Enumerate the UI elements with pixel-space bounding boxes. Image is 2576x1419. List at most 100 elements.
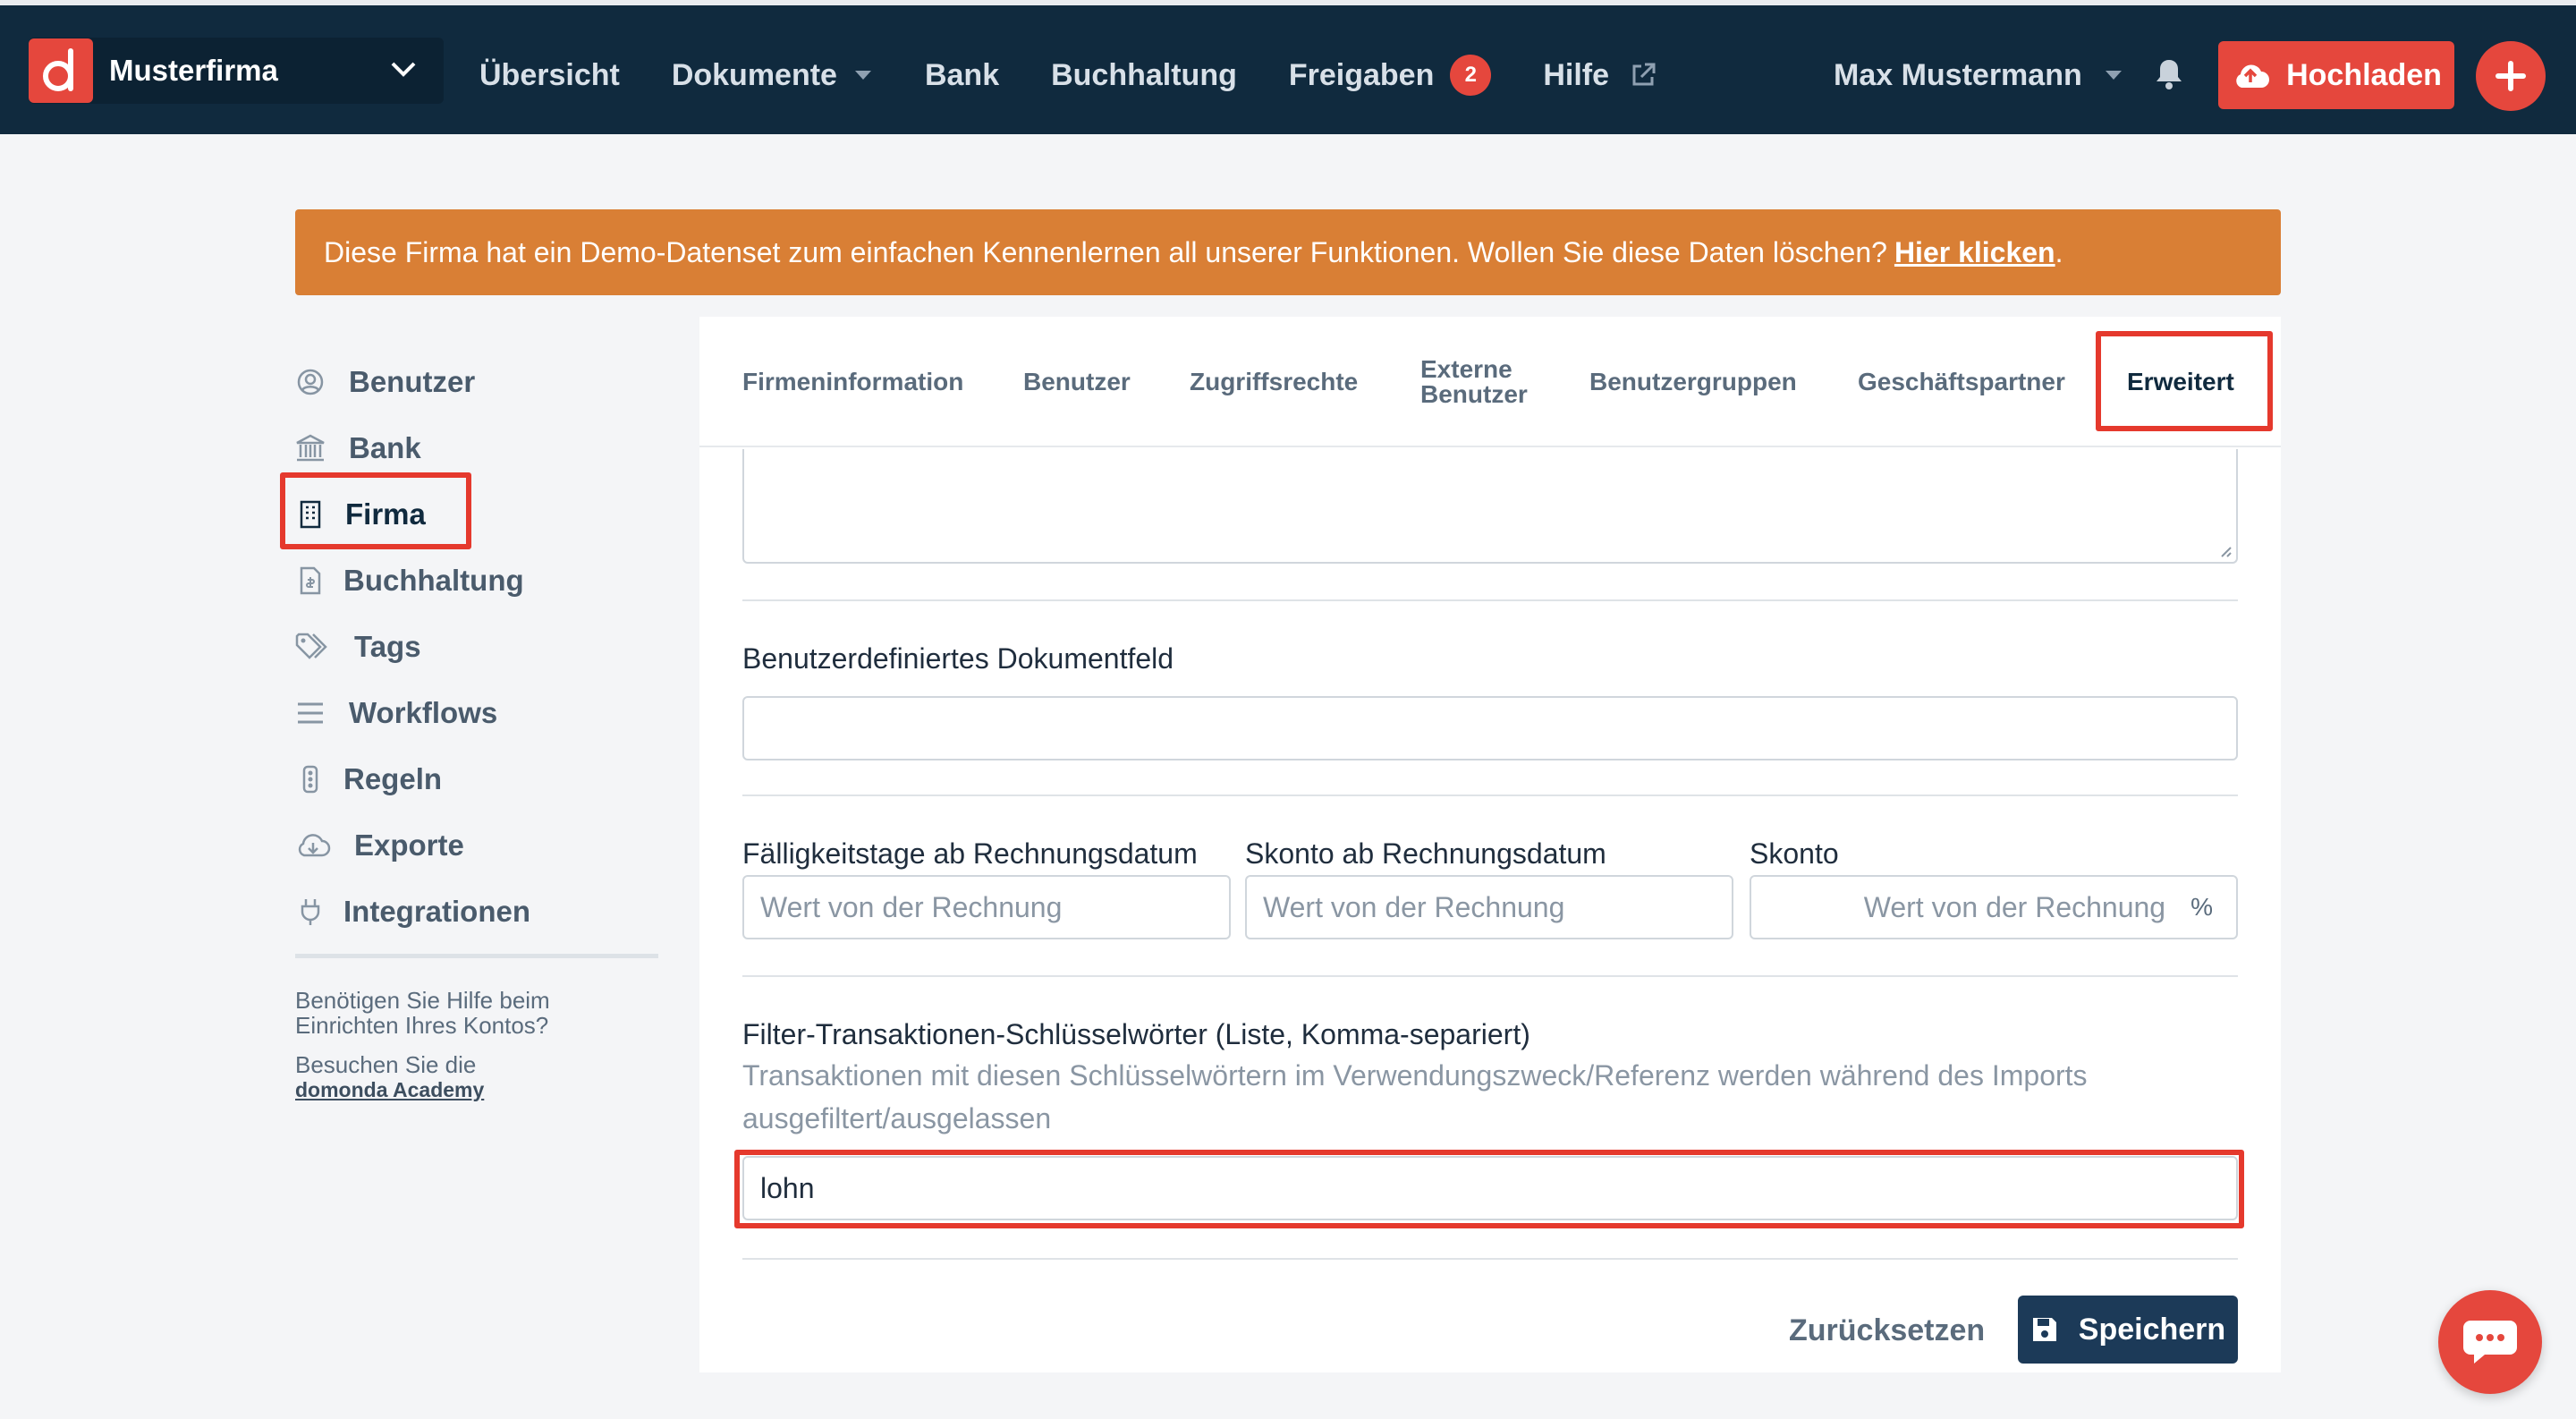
receipt-icon [295, 565, 326, 596]
nav-approvals-label: Freigaben [1288, 57, 1435, 92]
filter-keywords-label: Filter-Transaktionen-Schlüsselwörter (Li… [742, 1018, 1530, 1050]
section-divider [742, 599, 2238, 601]
save-button[interactable]: Speichern [2018, 1296, 2238, 1364]
nav-documents-label: Dokumente [671, 57, 837, 92]
tab-label-line2: Benutzer [1420, 380, 1528, 408]
due-days-placeholder: Wert von der Rechnung [760, 890, 1063, 923]
user-name: Max Mustermann [1834, 57, 2082, 92]
help-text-line2: Einrichten Ihres Kontos? [295, 1012, 549, 1039]
resize-handle-icon[interactable] [2218, 544, 2233, 558]
bell-icon[interactable] [2154, 57, 2184, 94]
caret-down-icon [2105, 71, 2122, 80]
user-menu[interactable]: Max Mustermann [1834, 38, 2123, 113]
save-label: Speichern [2078, 1312, 2226, 1347]
tab-company-info[interactable]: Firmeninformation [742, 317, 963, 447]
domonda-logo-icon [29, 38, 93, 103]
nav-help-label: Hilfe [1543, 57, 1610, 92]
sidebar-divider [295, 954, 658, 958]
approvals-count-badge: 2 [1450, 55, 1492, 96]
tab-users[interactable]: Benutzer [1023, 317, 1131, 447]
due-days-input[interactable]: Wert von der Rechnung [742, 875, 1231, 939]
top-navigation-bar: Musterfirma Übersicht Dokumente Bank Buc… [0, 0, 2576, 134]
due-days-label: Fälligkeitstage ab Rechnungsdatum [742, 837, 1198, 870]
bank-icon [295, 433, 326, 463]
skonto-placeholder: Wert von der Rechnung [1863, 890, 2166, 923]
cloud-download-icon [295, 830, 331, 861]
banner-text: Diese Firma hat ein Demo-Datenset zum ei… [324, 235, 1887, 268]
sidebar-item-accounting[interactable]: Buchhaltung [295, 548, 658, 614]
upload-label: Hochladen [2286, 57, 2442, 92]
tab-label-line1: Externe [1420, 355, 1513, 383]
chevron-down-icon [390, 60, 417, 82]
sidebar-item-label: Tags [354, 630, 421, 663]
sidebar-item-integrations[interactable]: Integrationen [295, 879, 658, 945]
tab-external-users[interactable]: Externe Benutzer [1420, 317, 1528, 447]
sidebar-item-rules[interactable]: Regeln [295, 746, 658, 812]
highlight-filter-input [734, 1150, 2244, 1228]
chat-widget-button[interactable] [2438, 1290, 2542, 1394]
sidebar-item-label: Benutzer [349, 365, 476, 398]
sidebar-item-users[interactable]: Benutzer [295, 349, 658, 415]
nav-approvals[interactable]: Freigaben 2 [1288, 55, 1492, 96]
plug-icon [295, 896, 326, 927]
tab-access-rights[interactable]: Zugriffsrechte [1190, 317, 1358, 447]
nav-bank[interactable]: Bank [925, 58, 999, 93]
external-link-icon [1632, 63, 1656, 86]
traffic-light-icon [295, 764, 326, 794]
sidebar-item-tags[interactable]: Tags [295, 614, 658, 680]
banner-suffix: . [2055, 235, 2063, 268]
sidebar-item-workflows[interactable]: Workflows [295, 680, 658, 746]
sidebar-item-label: Integrationen [343, 895, 531, 928]
list-icon [295, 698, 326, 728]
section-divider [742, 975, 2238, 977]
sidebar-item-bank[interactable]: Bank [295, 415, 658, 481]
skonto-days-placeholder: Wert von der Rechnung [1263, 890, 1565, 923]
nav-help[interactable]: Hilfe [1543, 58, 1657, 93]
caret-down-icon [854, 71, 871, 80]
sidebar-item-label: Workflows [349, 696, 498, 729]
cloud-upload-icon [2236, 64, 2270, 88]
section-divider [742, 1258, 2238, 1260]
nav-accounting[interactable]: Buchhaltung [1051, 58, 1237, 93]
upload-button[interactable]: Hochladen [2218, 41, 2454, 109]
tab-bar: Firmeninformation Benutzer Zugriffsrecht… [699, 317, 2281, 447]
sidebar-item-label: Regeln [343, 762, 443, 795]
sidebar-item-exports[interactable]: Exporte [295, 812, 658, 879]
sidebar-item-label: Bank [349, 431, 421, 464]
filter-keywords-description: Transaktionen mit diesen Schlüsselwörter… [742, 1059, 2088, 1134]
custom-field-label: Benutzerdefiniertes Dokumentfeld [742, 642, 1174, 675]
main-nav: Übersicht Dokumente Bank Buchhaltung Fre… [479, 38, 1709, 113]
nav-documents[interactable]: Dokumente [672, 58, 873, 93]
tags-icon [295, 632, 331, 662]
highlight-advanced-tab [2096, 331, 2273, 431]
chat-bubble-icon [2463, 1321, 2517, 1364]
notes-textarea[interactable] [742, 449, 2238, 564]
sidebar-item-label: Buchhaltung [343, 564, 524, 597]
reset-button[interactable]: Zurücksetzen [1789, 1297, 1985, 1364]
settings-sidebar: Benutzer Bank Firma Buchhaltung Tags Wor… [295, 349, 658, 945]
tab-business-partners[interactable]: Geschäftspartner [1858, 317, 2065, 447]
floppy-disk-icon [2032, 1318, 2056, 1341]
custom-field-input[interactable] [742, 696, 2238, 760]
nav-overview[interactable]: Übersicht [479, 58, 620, 93]
plus-icon [2496, 61, 2526, 91]
company-name: Musterfirma [109, 54, 278, 87]
sidebar-item-label: Exporte [354, 828, 464, 862]
academy-link[interactable]: domonda Academy [295, 1077, 658, 1102]
help-text-line1: Benötigen Sie Hilfe beim [295, 987, 550, 1014]
skonto-label: Skonto [1750, 837, 1839, 870]
banner-link[interactable]: Hier klicken [1894, 236, 2055, 269]
skonto-days-label: Skonto ab Rechnungsdatum [1245, 837, 1606, 870]
user-circle-icon [295, 367, 326, 397]
demo-data-banner: Diese Firma hat ein Demo-Datenset zum ei… [295, 209, 2281, 295]
highlight-firma [280, 472, 471, 549]
skonto-days-input[interactable]: Wert von der Rechnung [1245, 875, 1733, 939]
help-text-line3: Besuchen Sie die [295, 1051, 477, 1078]
percent-unit: % [2190, 893, 2213, 921]
section-divider [742, 794, 2238, 796]
tab-user-groups[interactable]: Benutzergruppen [1589, 317, 1797, 447]
add-button[interactable] [2476, 41, 2546, 111]
skonto-input[interactable]: Wert von der Rechnung % [1750, 875, 2238, 939]
company-switcher[interactable]: Musterfirma [29, 38, 444, 104]
sidebar-help: Benötigen Sie Hilfe beim Einrichten Ihre… [295, 988, 658, 1102]
